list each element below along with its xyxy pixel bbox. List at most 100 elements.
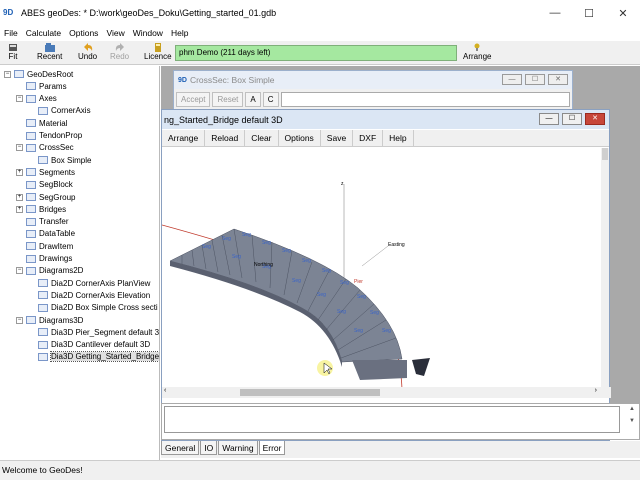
menu-file[interactable]: File (0, 28, 22, 38)
tree-item[interactable]: + Segments (16, 166, 75, 178)
scroll-right-icon[interactable]: › (595, 387, 597, 394)
scroll-left-icon[interactable]: ‹ (164, 387, 166, 394)
fit-icon (9, 44, 17, 51)
arrange-button[interactable]: Arrange (463, 42, 491, 64)
fit-button[interactable]: Fit (8, 42, 18, 64)
menu-view[interactable]: View (102, 28, 128, 38)
tree-node-icon (26, 266, 36, 275)
menu-calculate[interactable]: Calculate (22, 28, 65, 38)
close-button[interactable]: ✕ (606, 0, 640, 26)
tree-item[interactable]: − Diagrams2D (16, 265, 83, 277)
tree-item[interactable]: TendonProp (16, 130, 82, 142)
view3d-clear-button[interactable]: Clear (245, 130, 279, 146)
tab-general[interactable]: General (161, 441, 200, 455)
tree-item-label: Drawings (39, 254, 73, 263)
tree-item[interactable]: Drawings (16, 253, 72, 265)
svg-text:Seg: Seg (357, 294, 366, 300)
crosssec-input[interactable] (280, 91, 570, 107)
menu-options[interactable]: Options (65, 28, 102, 38)
tree-node-icon (26, 316, 36, 324)
tree-item[interactable]: − GeoDesRoot (4, 68, 73, 80)
crosssec-minimize-button[interactable]: — (502, 74, 522, 85)
tree-item[interactable]: Dia3D Getting_Started_Bridge (28, 351, 159, 363)
view3d-vertical-scroll-thumb[interactable] (602, 148, 608, 160)
tree-expander-icon[interactable]: − (16, 144, 23, 152)
recent-button[interactable]: Recent (37, 42, 62, 64)
tree-item[interactable]: − Diagrams3D (16, 314, 83, 326)
tree-item-label: Box Simple (51, 155, 92, 165)
tree-node-icon (26, 205, 36, 214)
tree-node-icon (26, 119, 36, 128)
minimize-button[interactable]: — (538, 0, 572, 26)
tree-item[interactable]: Box Simple (28, 154, 91, 166)
tree-item-label: Dia2D Box Simple Cross secti (51, 303, 158, 313)
tree-item[interactable]: Dia2D Box Simple Cross secti (28, 302, 158, 314)
tree-item[interactable]: − CrossSec (16, 142, 74, 154)
window-title: ABES geoDes: * D:\work\geoDes_Doku\Getti… (21, 8, 277, 18)
crosssec-close-button[interactable]: ✕ (548, 74, 568, 85)
tree-item[interactable]: Transfer (16, 216, 69, 228)
maximize-button[interactable]: ☐ (572, 0, 606, 26)
view3d-canvas[interactable]: Seg Seg Seg Seg Seg Seg Seg Seg Seg Seg Seg Seg… (162, 148, 603, 390)
a-button[interactable]: A (245, 91, 261, 107)
view3d-dxf-button[interactable]: DXF (353, 130, 384, 146)
tree-expander-icon[interactable]: − (16, 267, 23, 275)
view3d-minimize-button[interactable]: — (539, 113, 559, 125)
tree-item-label: Dia2D CornerAxis Elevation (51, 290, 151, 300)
tree-item[interactable]: SegBlock (16, 179, 73, 191)
view3d-horizontal-scrollbar[interactable]: ‹ › (162, 387, 611, 398)
tree-expander-icon[interactable]: − (4, 70, 11, 78)
tree-expander-icon[interactable]: − (16, 95, 23, 103)
svg-text:Seg: Seg (302, 258, 311, 264)
view3d-save-button[interactable]: Save (321, 130, 354, 146)
tree-item[interactable]: Dia3D Cantilever default 3D (28, 339, 150, 351)
tree-item[interactable]: Params (16, 80, 67, 92)
undo-button[interactable]: Undo (78, 42, 97, 64)
redo-button[interactable]: Redo (110, 42, 129, 64)
view3d-close-button[interactable]: ✕ (585, 113, 605, 125)
tree-item-label: Diagrams2D (39, 266, 84, 276)
tree-item[interactable]: − Axes (16, 93, 57, 105)
tree-item[interactable]: + Bridges (16, 203, 66, 215)
view3d-help-button[interactable]: Help (383, 130, 414, 146)
c-button[interactable]: C (262, 91, 279, 107)
tab-io[interactable]: IO (200, 441, 218, 455)
svg-text:Seg: Seg (202, 244, 211, 250)
tree-node-icon (38, 156, 48, 165)
tree-item[interactable]: + SegGroup (16, 191, 75, 203)
tree-expander-icon[interactable]: − (16, 316, 23, 324)
tree-item[interactable]: Dia3D Pier_Segment default 3 (28, 326, 159, 338)
tree-item[interactable]: DataTable (16, 228, 75, 240)
view3d-options-button[interactable]: Options (279, 130, 321, 146)
tree-expander-icon[interactable]: + (16, 193, 23, 201)
tree-item[interactable]: CornerAxis (28, 105, 91, 117)
tab-warning[interactable]: Warning (218, 441, 258, 455)
menu-help[interactable]: Help (167, 28, 192, 38)
reset-button[interactable]: Reset (212, 91, 244, 107)
licence-button[interactable]: Licence (144, 42, 172, 64)
accept-button[interactable]: Accept (176, 91, 211, 107)
tree-node-icon (26, 242, 36, 251)
tree-expander-icon[interactable]: + (16, 205, 23, 213)
recent-icon (44, 43, 55, 52)
undo-label: Undo (78, 52, 98, 61)
view3d-arrange-button[interactable]: Arrange (162, 130, 206, 146)
tree-item[interactable]: DrawItem (16, 240, 73, 252)
view3d-reload-button[interactable]: Reload (205, 130, 246, 146)
tree-item-label: Segments (39, 167, 76, 177)
view3d-maximize-button[interactable]: ☐ (562, 113, 582, 125)
tree-item[interactable]: Dia2D CornerAxis PlanView (28, 277, 150, 289)
message-output[interactable] (164, 406, 620, 433)
tree-item[interactable]: Dia2D CornerAxis Elevation (28, 289, 150, 301)
message-scrollbar[interactable]: ▲ ▼ (627, 406, 637, 436)
northing-label: Northing (254, 262, 273, 268)
tree-item[interactable]: Material (16, 117, 67, 129)
tree-expander-icon[interactable]: + (16, 168, 23, 176)
view3d-horizontal-scroll-thumb[interactable] (240, 389, 380, 396)
crosssec-maximize-button[interactable]: ☐ (525, 74, 545, 85)
tab-error[interactable]: Error (258, 441, 286, 455)
menu-window[interactable]: Window (129, 28, 167, 38)
svg-text:Seg: Seg (354, 328, 363, 334)
view3d-vertical-scrollbar[interactable] (601, 148, 609, 390)
project-tree: − GeoDesRoot Params − Axes CornerAxis Material… (0, 66, 160, 460)
